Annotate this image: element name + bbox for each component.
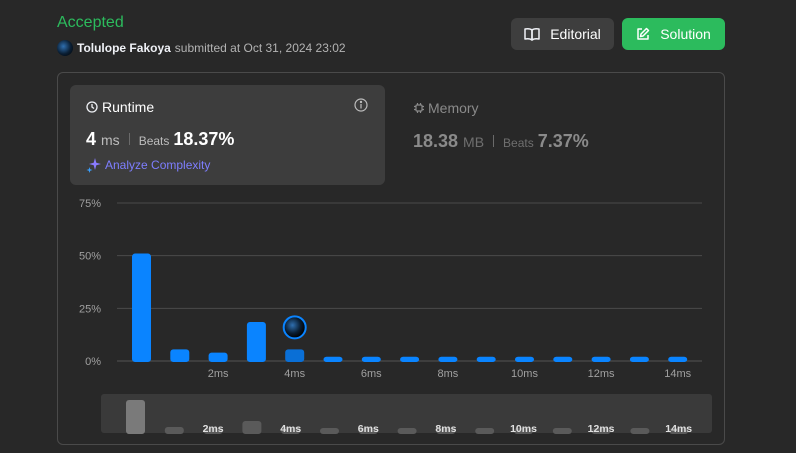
mini-tick-label: 14ms bbox=[665, 423, 692, 435]
chart-bar[interactable] bbox=[629, 356, 649, 362]
mini-bar bbox=[164, 427, 184, 434]
chart-bar[interactable] bbox=[668, 356, 688, 362]
chart-bar[interactable] bbox=[515, 356, 534, 362]
mini-bar bbox=[630, 428, 650, 434]
runtime-distribution-chart: 75% 50% 25% 0% 2ms 4ms 6ms 8ms 10ms 12ms 14ms 2ms… bbox=[79, 198, 712, 435]
mini-bar bbox=[552, 428, 572, 434]
x-tick-label: 12ms bbox=[588, 368, 615, 380]
y-tick-label: 75% bbox=[79, 198, 101, 210]
chart-bar[interactable] bbox=[476, 356, 496, 362]
chart-bar[interactable] bbox=[438, 356, 458, 362]
mini-tick-label: 8ms bbox=[435, 423, 456, 435]
x-tick-label: 2ms bbox=[208, 368, 229, 380]
x-tick-label: 4ms bbox=[284, 368, 305, 380]
y-tick-label: 0% bbox=[85, 356, 101, 368]
y-tick-label: 50% bbox=[79, 251, 101, 263]
user-position-avatar bbox=[282, 315, 307, 340]
mini-tick-label: 12ms bbox=[588, 423, 615, 435]
chart-bar[interactable] bbox=[400, 356, 420, 362]
mini-tick-label: 2ms bbox=[203, 423, 224, 435]
chart-bar[interactable] bbox=[553, 356, 573, 362]
chart-bar[interactable] bbox=[208, 352, 228, 362]
mini-bar bbox=[397, 428, 417, 434]
chart-bar[interactable] bbox=[246, 322, 266, 362]
mini-tick-label: 6ms bbox=[358, 423, 379, 435]
range-selector[interactable] bbox=[101, 394, 712, 433]
mini-tick-label: 10ms bbox=[510, 423, 537, 435]
x-tick-label: 14ms bbox=[664, 368, 691, 380]
x-tick-label: 6ms bbox=[361, 368, 382, 380]
chart-bar[interactable] bbox=[170, 349, 190, 362]
x-tick-label: 10ms bbox=[511, 368, 538, 380]
y-tick-label: 25% bbox=[79, 303, 101, 315]
chart-bar[interactable] bbox=[323, 356, 343, 362]
mini-bar bbox=[126, 400, 145, 434]
x-tick-label: 8ms bbox=[438, 368, 459, 380]
chart-bar[interactable] bbox=[285, 349, 305, 362]
chart-bar[interactable] bbox=[132, 253, 151, 362]
mini-bar bbox=[320, 428, 339, 434]
mini-bar bbox=[242, 421, 262, 434]
mini-bar bbox=[475, 428, 495, 434]
chart-bar[interactable] bbox=[361, 356, 381, 362]
chart-bar[interactable] bbox=[591, 356, 611, 362]
mini-tick-label: 4ms bbox=[280, 423, 301, 435]
